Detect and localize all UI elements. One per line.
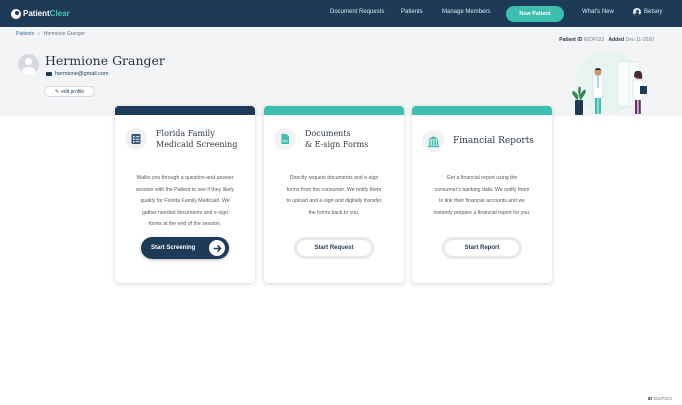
- card-desc-line: Walks you through a question-and-answer: [136, 175, 234, 181]
- added-label: Added: [608, 37, 625, 43]
- start-screening-label: Start Screening: [151, 245, 196, 251]
- footer-id-value: 60DF523: [653, 396, 672, 401]
- card-description: Walks you through a question-and-answer …: [125, 173, 245, 231]
- user-name: Betsey: [644, 9, 663, 15]
- added-date: Dec-11-2020: [625, 37, 654, 43]
- edit-profile-button[interactable]: ✎ edit profile: [44, 86, 95, 97]
- card-title: Documents & E-sign Forms: [305, 128, 368, 150]
- card-desc-line: session with the Patient to see if they …: [135, 186, 235, 193]
- patientclear-logo[interactable]: Patient Clear: [11, 7, 70, 20]
- mail-icon: [46, 72, 52, 76]
- bank-icon: [422, 130, 444, 152]
- user-menu[interactable]: Betsey: [633, 8, 662, 16]
- footer-id-label: ID: [647, 396, 653, 401]
- patient-name: Hermione Granger: [45, 53, 165, 68]
- card-desc-line: instantly prepare a financial report for…: [433, 209, 531, 216]
- card-title-line: Florida Family: [156, 129, 215, 138]
- nav-manage-members[interactable]: Manage Members: [442, 9, 490, 15]
- start-request-button[interactable]: Start Request: [294, 237, 374, 259]
- card-header: Documents & E-sign Forms: [274, 128, 396, 150]
- card-title-line: Financial Reports: [453, 135, 534, 146]
- card-title: Financial Reports: [453, 136, 534, 147]
- patient-id-value: 60DF523: [583, 37, 605, 43]
- card-title: Florida Family Medicaid Screening: [156, 128, 237, 150]
- patient-id-label: Patient ID: [559, 37, 583, 43]
- card-desc-line: the forms back to you.: [308, 209, 360, 216]
- card-desc-line: to upload and e-sign and digitally trans…: [286, 198, 382, 204]
- card-description: Get a financial report using the consume…: [422, 173, 542, 219]
- doctors-illustration: [572, 52, 647, 115]
- patient-meta: Patient ID 60DF523 Added Dec-11-2020: [559, 37, 654, 43]
- card-desc-line: gather needed documents and e-sign: [142, 209, 228, 216]
- breadcrumb-separator: ›: [38, 31, 40, 37]
- arrow-right-icon: [209, 240, 225, 256]
- card-header: Financial Reports: [422, 130, 544, 152]
- nav-patients[interactable]: Patients: [401, 9, 423, 15]
- card-desc-line: Directly request documents and e-sign: [289, 175, 379, 181]
- card-accent-bar: [412, 106, 552, 115]
- pencil-icon: ✎: [54, 88, 60, 95]
- nav-whats-new[interactable]: What's New: [582, 9, 614, 15]
- breadcrumb-patients-link[interactable]: Patients: [16, 31, 34, 37]
- card-desc-line: to link their financial accounts and we: [439, 198, 525, 204]
- start-report-button[interactable]: Start Report: [442, 237, 522, 259]
- card-desc-line: forms at the end of the session.: [148, 221, 222, 227]
- document-icon: [274, 128, 296, 150]
- user-icon: [633, 8, 641, 16]
- card-desc-line: qualify for Florida Family Medicaid. We: [140, 198, 230, 204]
- breadcrumb-current: Hermione Granger: [43, 31, 86, 37]
- card-documents-esign: Documents & E-sign Forms Directly reques…: [264, 106, 404, 283]
- edit-profile-label: edit profile: [61, 88, 85, 95]
- nav-document-requests[interactable]: Document Requests: [330, 9, 384, 15]
- patient-avatar: [18, 54, 39, 75]
- card-desc-line: consumer's banking data. We notify them: [434, 186, 530, 193]
- start-screening-button[interactable]: Start Screening: [141, 237, 229, 259]
- top-navbar: Patient Clear Document Requests Patients …: [0, 0, 682, 27]
- logo-icon: [11, 8, 21, 19]
- patient-email[interactable]: hermione@gmail.com: [46, 71, 109, 77]
- card-description: Directly request documents and e-sign fo…: [274, 173, 394, 219]
- breadcrumb: Patients › Hermione Granger: [16, 31, 85, 37]
- footer-id: ID 60DF523: [648, 396, 672, 401]
- card-header: Florida Family Medicaid Screening: [125, 128, 247, 150]
- card-accent-bar: [115, 106, 255, 115]
- card-desc-line: Get a financial report using the: [446, 175, 518, 181]
- logo-text-clear: Clear: [49, 9, 70, 18]
- card-financial-reports: Financial Reports Get a financial report…: [412, 106, 552, 283]
- card-title-line: Medicaid Screening: [156, 140, 238, 149]
- card-accent-bar: [264, 106, 404, 115]
- card-title-line: Documents: [305, 129, 351, 138]
- new-patient-button[interactable]: New Patient: [506, 6, 564, 22]
- card-title-line: & E-sign Forms: [305, 140, 369, 149]
- card-desc-line: forms from the consumer. We notify them: [286, 186, 382, 193]
- card-medicaid-screening: Florida Family Medicaid Screening Walks …: [115, 106, 255, 283]
- email-text: hermione@gmail.com: [55, 71, 109, 77]
- checklist-icon: [125, 128, 147, 150]
- logo-text-patient: Patient: [23, 9, 50, 18]
